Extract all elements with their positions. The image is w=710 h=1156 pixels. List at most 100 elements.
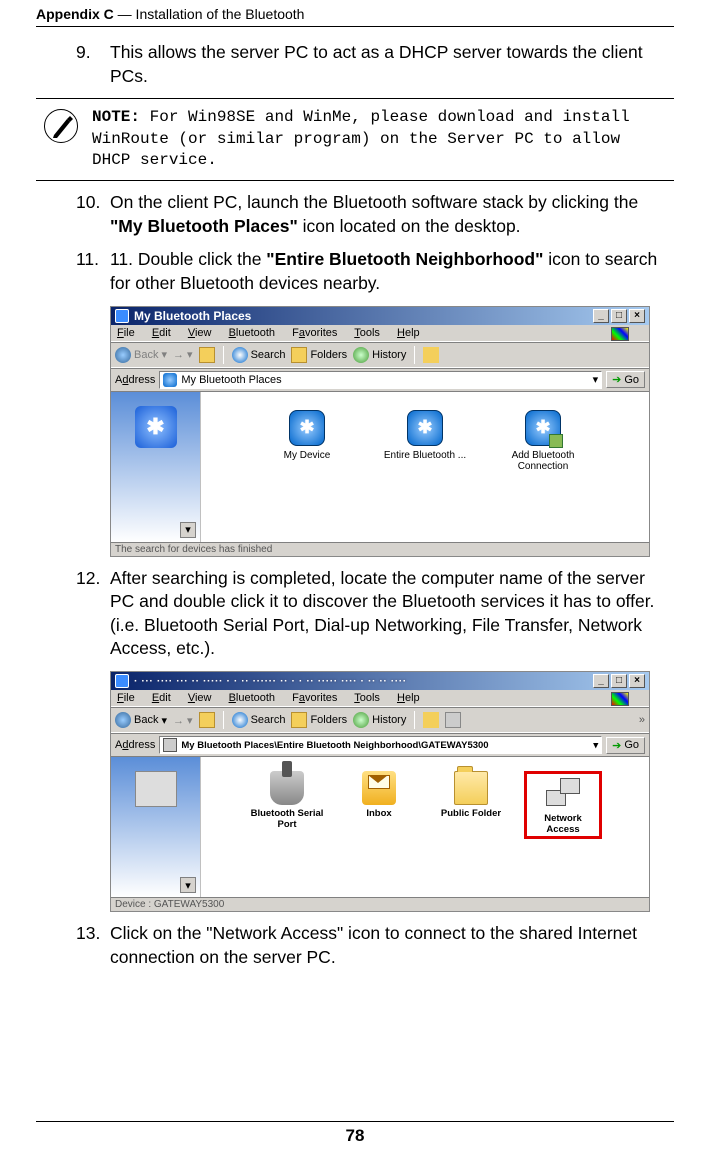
menu-file[interactable]: File (117, 327, 135, 339)
folders-label: Folders (310, 349, 347, 361)
folders-button-2[interactable]: Folders (291, 712, 347, 728)
history-label: History (372, 349, 406, 361)
menu-favorites-2[interactable]: Favorites (292, 692, 337, 704)
address-field-1[interactable]: My Bluetooth Places ▾ (159, 371, 602, 389)
close-button-2[interactable]: × (629, 674, 645, 688)
address-field-2[interactable]: My Bluetooth Places\Entire Bluetooth Nei… (159, 736, 602, 754)
header-appendix: Appendix C (36, 6, 114, 22)
bluetooth-icon (115, 309, 129, 323)
step-11-text: 11. Double click the "Entire Bluetooth N… (110, 248, 674, 295)
folders-button[interactable]: Folders (291, 347, 347, 363)
maximize-button-2[interactable]: □ (611, 674, 627, 688)
menubar-1: File Edit View Bluetooth Favorites Tools… (111, 325, 649, 342)
menu-view[interactable]: View (188, 327, 212, 339)
step-10-number: 10. (76, 191, 110, 238)
search-button-2[interactable]: Search (232, 712, 286, 728)
page-number: 78 (36, 1121, 674, 1146)
menu-help[interactable]: Help (397, 327, 420, 339)
moveto-button-2[interactable] (423, 712, 439, 728)
step-10-bold: "My Bluetooth Places" (110, 216, 298, 236)
menu-favorites[interactable]: Favorites (292, 327, 337, 339)
step-13-number: 13. (76, 922, 110, 969)
viewarea-1: ✱ ▾ ✱My Device ✱Entire Bluetooth ... ✱Ad… (111, 391, 649, 542)
icon-my-device[interactable]: ✱My Device (262, 410, 352, 461)
menu-help-2[interactable]: Help (397, 692, 420, 704)
menu-view-2[interactable]: View (188, 692, 212, 704)
address-value-2: My Bluetooth Places\Entire Bluetooth Nei… (181, 740, 488, 751)
titlebar-1[interactable]: My Bluetooth Places _ □ × (111, 307, 649, 325)
step-12: 12. After searching is completed, locate… (76, 567, 674, 662)
go-button-2[interactable]: ➔Go (606, 737, 645, 754)
moveto-button[interactable] (423, 347, 439, 363)
windows-logo-icon-2 (611, 692, 629, 706)
addressbar-2: Address My Bluetooth Places\Entire Bluet… (111, 733, 649, 756)
address-icon (163, 373, 177, 387)
statusbar-1: The search for devices has finished (111, 542, 649, 556)
history-button[interactable]: History (353, 347, 406, 363)
folders-label-2: Folders (310, 714, 347, 726)
note-text: NOTE: For Win98SE and WinMe, please down… (92, 107, 674, 172)
step-10: 10. On the client PC, launch the Bluetoo… (76, 191, 674, 238)
sidepanel-2: ▾ (111, 757, 201, 897)
menu-tools[interactable]: Tools (354, 327, 380, 339)
menu-file-2[interactable]: File (117, 692, 135, 704)
search-label: Search (251, 349, 286, 361)
forward-button[interactable]: → ▾ (173, 348, 193, 361)
note-label: NOTE: (92, 108, 140, 126)
address-icon-2 (163, 738, 177, 752)
icon-network-access[interactable]: Network Access (524, 771, 602, 839)
note-body: For Win98SE and WinMe, please download a… (92, 108, 630, 169)
address-label-1: Address (115, 374, 155, 386)
back-button-2[interactable]: Back ▾ (115, 712, 167, 728)
maximize-button[interactable]: □ (611, 309, 627, 323)
search-button[interactable]: Search (232, 347, 286, 363)
side-dropdown-icon[interactable]: ▾ (180, 522, 196, 538)
side-dropdown-icon-2[interactable]: ▾ (180, 877, 196, 893)
menu-edit[interactable]: Edit (152, 327, 171, 339)
minimize-button-2[interactable]: _ (593, 674, 609, 688)
page-content: 9. This allows the server PC to act as a… (36, 27, 674, 969)
go-label-2: Go (624, 739, 639, 751)
addressbar-1: Address My Bluetooth Places ▾ ➔Go (111, 368, 649, 391)
search-label-2: Search (251, 714, 286, 726)
go-button-1[interactable]: ➔Go (606, 371, 645, 388)
minimize-button[interactable]: _ (593, 309, 609, 323)
up-button-2[interactable] (199, 712, 215, 728)
label-entire: Entire Bluetooth ... (380, 450, 470, 461)
up-button[interactable] (199, 347, 215, 363)
step-11-number: 11. (76, 248, 110, 295)
back-label: Back (134, 349, 158, 361)
back-button[interactable]: Back ▾ (115, 347, 167, 363)
step-11-bold: "Entire Bluetooth Neighborhood" (266, 249, 543, 269)
toolbar-chevron-icon[interactable]: » (639, 714, 645, 726)
menu-bluetooth[interactable]: Bluetooth (229, 327, 276, 339)
close-button[interactable]: × (629, 309, 645, 323)
pen-icon (44, 109, 78, 143)
icon-public-folder[interactable]: Public Folder (432, 771, 510, 819)
icon-serial-port[interactable]: Bluetooth Serial Port (248, 771, 326, 830)
statusbar-2: Device : GATEWAY5300 (111, 897, 649, 911)
forward-button-2[interactable]: → ▾ (173, 714, 193, 727)
menu-edit-2[interactable]: Edit (152, 692, 171, 704)
go-label-1: Go (624, 374, 639, 386)
icon-entire-bluetooth[interactable]: ✱Entire Bluetooth ... (380, 410, 470, 461)
menu-tools-2[interactable]: Tools (354, 692, 380, 704)
icon-add-bluetooth[interactable]: ✱Add Bluetooth Connection (498, 410, 588, 472)
sidepanel-1: ✱ ▾ (111, 392, 201, 542)
titlebar-2[interactable]: · ··· ···· ··· ·· ····· · · ·· ······ ··… (111, 672, 649, 690)
label-inbox: Inbox (340, 808, 418, 819)
menu-bluetooth-2[interactable]: Bluetooth (229, 692, 276, 704)
iconarea-2: Bluetooth Serial Port Inbox Public Folde… (201, 757, 649, 897)
step-10-post: icon located on the desktop. (298, 216, 521, 236)
step-10-text: On the client PC, launch the Bluetooth s… (110, 191, 674, 238)
label-serial: Bluetooth Serial Port (248, 808, 326, 830)
window-gateway5300: · ··· ···· ··· ·· ····· · · ·· ······ ··… (110, 671, 650, 912)
step-12-text: After searching is completed, locate the… (110, 567, 674, 662)
icon-inbox[interactable]: Inbox (340, 771, 418, 819)
window-my-bluetooth-places: My Bluetooth Places _ □ × File Edit View… (110, 306, 650, 557)
history-button-2[interactable]: History (353, 712, 406, 728)
copy-button-2[interactable] (445, 712, 461, 728)
viewarea-2: ▾ Bluetooth Serial Port Inbox Public Fol… (111, 756, 649, 897)
label-public: Public Folder (432, 808, 510, 819)
step-11-pre: 11. Double click the (110, 249, 266, 269)
